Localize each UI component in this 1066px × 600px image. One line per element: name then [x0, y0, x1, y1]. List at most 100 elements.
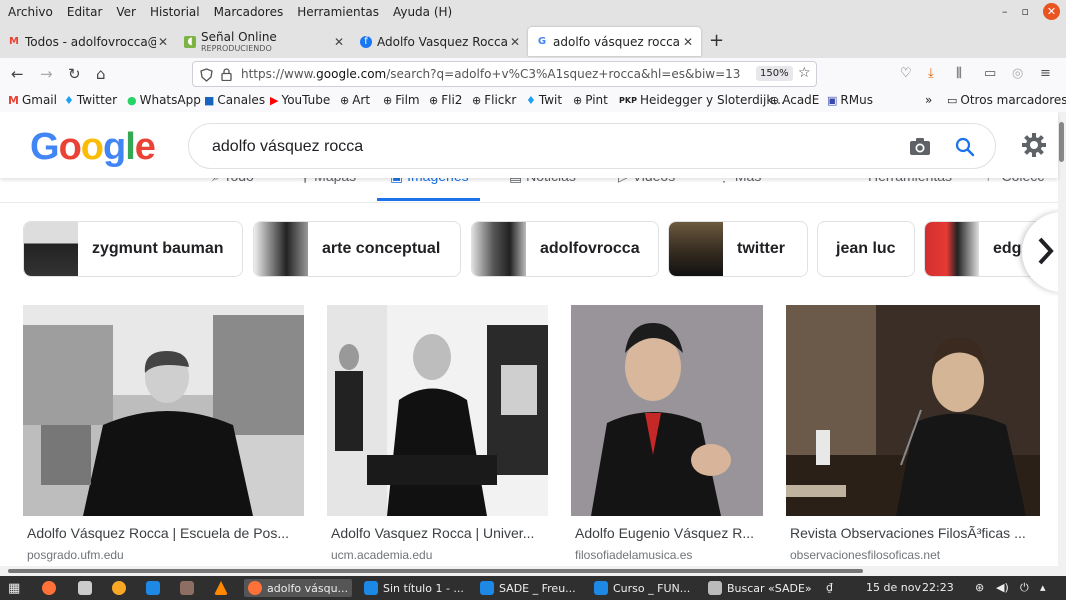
- tab-label: Todos - adolfovrocca@gn: [25, 34, 156, 49]
- new-tab-icon[interactable]: +: [709, 30, 724, 51]
- twitter-icon: ♦: [64, 93, 74, 107]
- result-title[interactable]: Revista Observaciones FilosÃ³ficas ...: [790, 525, 1026, 541]
- download-icon[interactable]: ⤓: [928, 66, 934, 81]
- result-image[interactable]: [327, 305, 548, 516]
- taskbar-label: adolfo vásqu...: [267, 581, 349, 595]
- chip-jean-luc[interactable]: jean luc: [817, 221, 915, 277]
- search-icon[interactable]: [954, 136, 976, 158]
- bookmark-rmus[interactable]: ▣ RMus: [827, 93, 873, 107]
- scrollbar-thumb[interactable]: [1059, 122, 1064, 162]
- start-menu-icon[interactable]: ▦: [8, 579, 20, 597]
- vlc-icon[interactable]: [214, 579, 233, 597]
- bookmark-canales[interactable]: ■ Canales: [204, 93, 265, 107]
- bookmarks-overflow-icon[interactable]: »: [925, 93, 932, 107]
- bookmark-youtube[interactable]: ▶ YouTube: [270, 93, 330, 107]
- bookmark-twit[interactable]: ♦ Twit: [526, 93, 562, 107]
- firefox-icon[interactable]: [42, 579, 61, 597]
- result-image[interactable]: [571, 305, 763, 516]
- taskbar-firefox-window[interactable]: adolfo vásqu...: [244, 579, 352, 597]
- camera-search-icon[interactable]: [909, 137, 931, 157]
- menu-ver[interactable]: Ver: [108, 5, 142, 19]
- keyboard-layout-icon[interactable]: ₫: [826, 581, 833, 594]
- result-image[interactable]: [786, 305, 1040, 516]
- bookmark-whatsapp[interactable]: ● WhatsApp: [127, 93, 201, 107]
- taskbar-curso-window[interactable]: Curso _ FUN...: [594, 579, 690, 597]
- tab-close-icon[interactable]: ✕: [156, 35, 170, 49]
- menu-historial[interactable]: Historial: [142, 5, 206, 19]
- maximize-icon[interactable]: ▫: [1022, 5, 1029, 18]
- result-title[interactable]: Adolfo Eugenio Vásquez R...: [575, 525, 754, 541]
- tab-google-active[interactable]: G adolfo vásquez rocca - Bú ✕: [528, 27, 701, 56]
- back-icon[interactable]: ←: [11, 65, 24, 83]
- tray-up-icon[interactable]: ▴: [1040, 581, 1046, 594]
- result-image[interactable]: [23, 305, 304, 516]
- menu-ayuda[interactable]: Ayuda (H): [385, 5, 458, 19]
- result-source[interactable]: posgrado.ufm.edu: [27, 548, 124, 562]
- rhythmbox-icon[interactable]: [112, 579, 131, 597]
- library-app-icon[interactable]: [180, 579, 199, 597]
- result-source[interactable]: filosofiadelamusica.es: [575, 548, 692, 562]
- network-icon[interactable]: ⊛: [975, 581, 984, 594]
- gear-icon[interactable]: [1020, 131, 1048, 159]
- vertical-scrollbar[interactable]: [1058, 112, 1066, 566]
- bookmark-heidegger[interactable]: PKP Heidegger y Sloterdijk...: [619, 93, 785, 107]
- result-title[interactable]: Adolfo Vásquez Rocca | Escuela de Pos...: [27, 525, 289, 541]
- tab-facebook[interactable]: f Adolfo Vasquez Rocca | F ✕: [352, 27, 528, 56]
- reload-icon[interactable]: ↻: [68, 65, 81, 83]
- forward-icon[interactable]: →: [40, 65, 53, 83]
- volume-icon[interactable]: ◀): [996, 581, 1009, 594]
- bookmark-otros[interactable]: ▭ Otros marcadores: [947, 93, 1066, 107]
- sidebar-icon[interactable]: ▭: [984, 66, 996, 81]
- shield-icon[interactable]: [200, 68, 213, 82]
- horizontal-scrollbar[interactable]: [0, 566, 1066, 576]
- result-source[interactable]: ucm.academia.edu: [331, 548, 432, 562]
- taskbar-buscar-window[interactable]: Buscar «SADE»: [708, 579, 812, 597]
- pocket-icon[interactable]: ♡: [900, 66, 912, 81]
- chip-twitter[interactable]: twitter: [668, 221, 808, 277]
- tab-close-icon[interactable]: ✕: [508, 35, 522, 49]
- menu-archivo[interactable]: Archivo: [0, 5, 59, 19]
- library-icon[interactable]: ⫼: [956, 66, 962, 81]
- bookmark-art[interactable]: ⊕ Art: [340, 93, 370, 107]
- tab-senal[interactable]: ◖ Señal Online REPRODUCIENDO ✕: [176, 27, 352, 56]
- taskbar-writer-window[interactable]: Sin título 1 - ...: [364, 579, 464, 597]
- bookmark-fli2[interactable]: ⊕ Fli2: [429, 93, 462, 107]
- menu-hamburger-icon[interactable]: ≡: [1040, 66, 1051, 81]
- account-icon[interactable]: ◎: [1012, 66, 1023, 81]
- files-icon[interactable]: [78, 579, 97, 597]
- clock-time[interactable]: 22:23: [922, 581, 954, 594]
- tab-gmail[interactable]: M Todos - adolfovrocca@gn ✕: [0, 27, 176, 56]
- bookmark-acade[interactable]: ⊕ AcadE: [770, 93, 819, 107]
- bookmark-twitter[interactable]: ♦ Twitter: [64, 93, 117, 107]
- clock-date[interactable]: 15 de nov: [866, 581, 921, 594]
- tab-close-icon[interactable]: ✕: [681, 35, 695, 49]
- scrollbar-thumb[interactable]: [8, 569, 863, 573]
- result-source[interactable]: observacionesfilosoficas.net: [790, 548, 940, 562]
- chip-zygmunt-bauman[interactable]: zygmunt bauman: [23, 221, 243, 277]
- zoom-indicator[interactable]: 150%: [756, 66, 793, 81]
- chip-adolfovrocca[interactable]: adolfovrocca: [471, 221, 659, 277]
- writer-icon[interactable]: [146, 579, 165, 597]
- google-logo[interactable]: Google: [30, 126, 156, 169]
- power-icon[interactable]: ⏻: [1020, 581, 1029, 595]
- close-window-icon[interactable]: ✕: [1043, 3, 1060, 20]
- bookmark-flickr[interactable]: ⊕ Flickr: [472, 93, 516, 107]
- chip-arte-conceptual[interactable]: arte conceptual: [253, 221, 461, 277]
- bookmark-film[interactable]: ⊕ Film: [383, 93, 420, 107]
- tab-close-icon[interactable]: ✕: [332, 35, 346, 49]
- lock-icon[interactable]: [221, 68, 232, 81]
- bookmark-gmail[interactable]: M Gmail: [8, 93, 57, 107]
- url-bar[interactable]: https://www.google.com/search?q=adolfo+v…: [192, 61, 817, 87]
- menu-marcadores[interactable]: Marcadores: [206, 5, 290, 19]
- tab-label-block: Señal Online REPRODUCIENDO: [201, 30, 332, 53]
- home-icon[interactable]: ⌂: [96, 65, 106, 83]
- menu-editar[interactable]: Editar: [59, 5, 109, 19]
- bookmark-pint[interactable]: ⊕ Pint: [573, 93, 608, 107]
- search-input[interactable]: adolfo vásquez rocca: [188, 123, 996, 169]
- files-logo: [78, 581, 92, 595]
- menu-herramientas[interactable]: Herramientas: [289, 5, 385, 19]
- bookmark-star-icon[interactable]: ☆: [798, 65, 811, 81]
- taskbar-sade-window[interactable]: SADE _ Freu...: [480, 579, 576, 597]
- result-title[interactable]: Adolfo Vasquez Rocca | Univer...: [331, 525, 534, 541]
- minimize-icon[interactable]: –: [1002, 5, 1008, 18]
